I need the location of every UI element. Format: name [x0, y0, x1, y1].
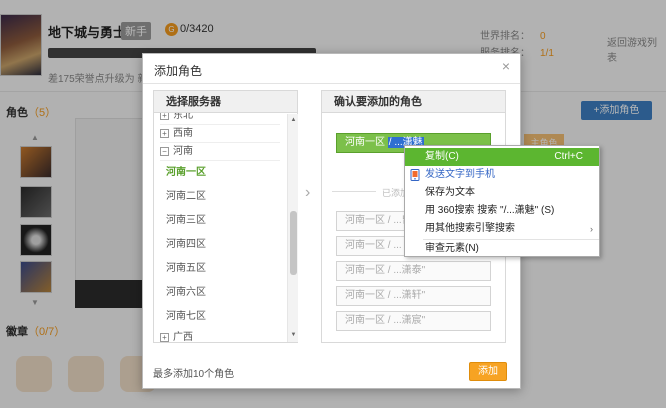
server-panel-title: 选择服务器: [154, 91, 297, 113]
add-button[interactable]: 添加: [469, 362, 507, 381]
server-list-scrollbar[interactable]: ▲ ▼: [287, 114, 298, 342]
confirm-panel-title: 确认要添加的角色: [322, 91, 505, 113]
scroll-up-icon[interactable]: ▲: [289, 116, 298, 125]
server-item-henan-1[interactable]: 河南一区: [154, 161, 286, 185]
server-group-label: 西南: [173, 127, 193, 139]
server-list: + 东北 + 西南 − 河南 河南一区 河南二区 河南三区 河南四区 河南五区 …: [154, 113, 286, 342]
added-role-slot[interactable]: 河南一区 / ...潇轩": [336, 286, 491, 306]
dialog-title: 添加角色: [154, 64, 203, 78]
menu-item-label: 用 360搜索 搜索 "/...潇魅" (S): [425, 205, 555, 216]
server-group-label: 河南: [173, 145, 193, 157]
added-role-slot[interactable]: 河南一区 / ...潇泰": [336, 261, 491, 281]
context-menu: 复制(C) Ctrl+C 发送文字到手机 保存为文本 用 360搜索 搜索 "/…: [404, 145, 600, 257]
server-item-henan-4[interactable]: 河南四区: [154, 233, 286, 257]
scroll-down-icon[interactable]: ▼: [289, 331, 298, 340]
max-roles-note: 最多添加10个角色: [153, 369, 235, 380]
menu-item-label: 保存为文本: [425, 187, 475, 198]
menu-item-other-search[interactable]: 用其他搜索引擎搜索 ›: [405, 220, 599, 238]
menu-item-label: 复制(C): [425, 151, 459, 162]
title-divider: [143, 83, 520, 84]
expand-icon: +: [160, 113, 169, 120]
server-group-guangxi[interactable]: + 广西: [160, 329, 280, 342]
server-item-henan-5[interactable]: 河南五区: [154, 257, 286, 281]
selected-role-server: 河南一区: [345, 137, 388, 148]
menu-item-label: 发送文字到手机: [425, 169, 495, 180]
menu-item-inspect[interactable]: 审查元素(N): [405, 240, 599, 258]
scroll-thumb[interactable]: [290, 211, 297, 275]
close-icon[interactable]: ×: [499, 59, 513, 73]
server-select-panel: 选择服务器 + 东北 + 西南 − 河南 河南一区 河南二区 河南三区 河南四区…: [153, 90, 298, 343]
menu-item-label: 审查元素(N): [425, 243, 479, 254]
expand-icon: +: [160, 333, 169, 342]
divider-line: [332, 191, 376, 192]
server-group-xinan[interactable]: + 西南: [160, 125, 280, 143]
menu-item-shortcut: Ctrl+C: [554, 151, 583, 162]
chevron-right-icon: ›: [305, 184, 311, 201]
server-item-henan-3[interactable]: 河南三区: [154, 209, 286, 233]
server-group-dongbei[interactable]: + 东北: [160, 113, 280, 125]
server-item-henan-2[interactable]: 河南二区: [154, 185, 286, 209]
menu-item-send-to-phone[interactable]: 发送文字到手机: [405, 166, 599, 184]
server-item-henan-6[interactable]: 河南六区: [154, 281, 286, 305]
server-item-henan-7[interactable]: 河南七区: [154, 305, 286, 329]
collapse-icon: −: [160, 147, 169, 156]
phone-icon: [410, 169, 420, 181]
server-group-label: 东北: [173, 113, 193, 121]
added-role-slot[interactable]: 河南一区 / ...潇宸": [336, 311, 491, 331]
expand-icon: +: [160, 129, 169, 138]
menu-item-save-as-text[interactable]: 保存为文本: [405, 184, 599, 202]
menu-item-copy[interactable]: 复制(C) Ctrl+C: [405, 148, 599, 166]
server-group-label: 广西: [173, 331, 193, 343]
menu-item-360-search[interactable]: 用 360搜索 搜索 "/...潇魅" (S): [405, 202, 599, 220]
server-group-henan[interactable]: − 河南: [160, 143, 280, 161]
chevron-right-icon: ›: [590, 224, 593, 234]
menu-item-label: 用其他搜索引擎搜索: [425, 223, 515, 234]
